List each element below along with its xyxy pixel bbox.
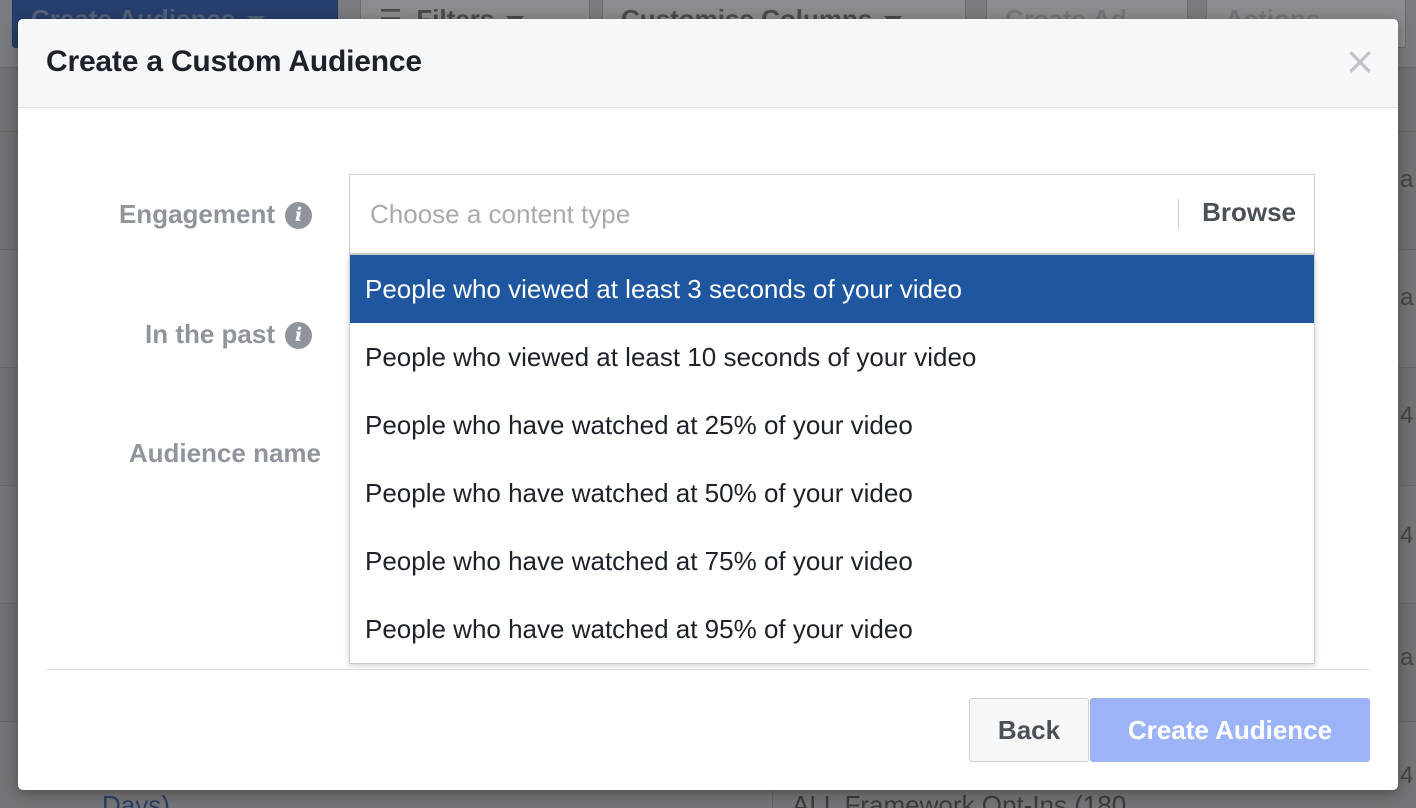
back-button[interactable]: Back — [969, 698, 1089, 762]
dropdown-option-10-seconds[interactable]: People who viewed at least 10 seconds of… — [350, 323, 1314, 391]
dialog-header: Create a Custom Audience × — [18, 19, 1398, 108]
audience-name-label: Audience name — [129, 438, 321, 469]
dialog-title: Create a Custom Audience — [46, 45, 422, 78]
content-type-selector[interactable]: Browse — [349, 174, 1315, 254]
in-the-past-label-text: In the past — [144, 319, 275, 349]
engagement-label: Engagement i — [119, 199, 312, 230]
bg-row-text: ALL Framework Opt-Ins (180 — [792, 790, 1127, 808]
dropdown-option-3-seconds[interactable]: People who viewed at least 3 seconds of … — [350, 255, 1314, 323]
create-custom-audience-dialog: Create a Custom Audience × Engagement i I… — [18, 19, 1398, 790]
create-audience-button[interactable]: Create Audience — [1090, 698, 1370, 762]
selector-divider — [1178, 199, 1179, 229]
bg-cell-fragment: 4 — [1400, 522, 1414, 549]
bg-cell-fragment: a — [1400, 644, 1414, 671]
bg-cell-fragment: a — [1400, 284, 1414, 311]
browse-button[interactable]: Browse — [1202, 197, 1296, 228]
dropdown-option-25-percent[interactable]: People who have watched at 25% of your v… — [350, 391, 1314, 459]
bg-cell-fragment: 4 — [1400, 402, 1414, 429]
dropdown-option-95-percent[interactable]: People who have watched at 95% of your v… — [350, 595, 1314, 663]
dropdown-option-75-percent[interactable]: People who have watched at 75% of your v… — [350, 527, 1314, 595]
engagement-label-text: Engagement — [118, 199, 275, 229]
audience-name-label-text: Audience name — [128, 438, 321, 468]
bg-cell-fragment: 4 — [1400, 762, 1414, 789]
in-the-past-label: In the past i — [145, 319, 312, 350]
dropdown-option-50-percent[interactable]: People who have watched at 50% of your v… — [350, 459, 1314, 527]
info-icon[interactable]: i — [285, 202, 312, 229]
close-icon[interactable]: × — [1342, 41, 1378, 81]
info-icon[interactable]: i — [285, 322, 312, 349]
footer-divider — [46, 669, 1370, 670]
content-type-input[interactable] — [370, 175, 1150, 253]
bg-cell-fragment: a — [1400, 166, 1414, 193]
content-type-dropdown: People who viewed at least 3 seconds of … — [349, 254, 1315, 664]
bg-row-text: Days) — [102, 790, 170, 808]
